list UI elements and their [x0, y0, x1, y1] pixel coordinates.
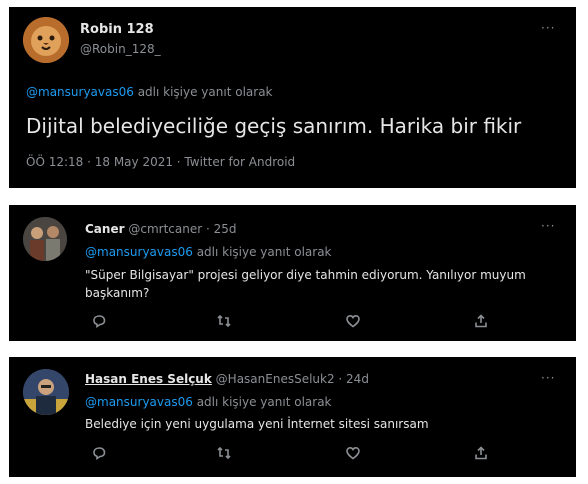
user-handle[interactable]: @HasanEnesSeluk2 · 24d — [216, 372, 369, 386]
more-options-icon[interactable]: ··· — [541, 371, 555, 385]
avatar[interactable] — [23, 369, 69, 415]
reply-context-label: adlı kişiye yanıt olarak — [192, 245, 332, 259]
action-bar — [79, 445, 499, 463]
mention-link[interactable]: @mansuryavas06 — [26, 85, 134, 99]
user-name[interactable]: Caner — [85, 222, 125, 236]
reply-context: @mansuryavas06 adlı kişiye yanıt olarak — [85, 395, 332, 409]
tweet-text: Dijital belediyeciliğe geçiş sanırım. Ha… — [26, 114, 522, 138]
retweet-icon[interactable] — [216, 445, 234, 463]
mention-link[interactable]: @mansuryavas06 — [85, 395, 193, 409]
reply-context-label: adlı kişiye yanıt olarak — [192, 395, 332, 409]
tweet-timestamp[interactable]: ÖÖ 12:18 · 18 May 2021 · Twitter for And… — [26, 155, 295, 169]
user-handle[interactable]: @cmrtcaner · 25d — [128, 222, 236, 236]
mention-link[interactable]: @mansuryavas06 — [85, 245, 193, 259]
share-icon[interactable] — [473, 445, 491, 463]
like-icon[interactable] — [345, 445, 363, 463]
retweet-icon[interactable] — [216, 313, 234, 331]
avatar[interactable] — [23, 17, 69, 63]
more-options-icon[interactable]: ··· — [541, 219, 555, 233]
avatar[interactable] — [23, 217, 67, 261]
people-photo-icon — [23, 217, 67, 261]
reply-tweet[interactable]: Caner @cmrtcaner · 25d ··· @mansuryavas0… — [9, 205, 576, 341]
user-name[interactable]: Robin 128 — [80, 22, 154, 37]
share-icon[interactable] — [473, 313, 491, 331]
tweet-text: "Süper Bilgisayar" projesi geliyor diye … — [85, 268, 526, 300]
person-photo-icon — [23, 369, 69, 415]
reply-icon[interactable] — [91, 445, 109, 463]
user-row: Hasan Enes Selçuk @HasanEnesSeluk2 · 24d — [85, 372, 369, 386]
reply-context-label: adlı kişiye yanıt olarak — [133, 85, 273, 99]
lion-avatar-icon — [23, 17, 69, 63]
user-row: Caner @cmrtcaner · 25d — [85, 222, 236, 236]
like-icon[interactable] — [345, 313, 363, 331]
main-tweet: Robin 128 @Robin_128_ ··· @mansuryavas06… — [9, 7, 576, 188]
reply-tweet[interactable]: Hasan Enes Selçuk @HasanEnesSeluk2 · 24d… — [9, 357, 576, 477]
reply-icon[interactable] — [91, 313, 109, 331]
reply-context: @mansuryavas06 adlı kişiye yanıt olarak — [26, 85, 273, 99]
reply-context: @mansuryavas06 adlı kişiye yanıt olarak — [85, 245, 332, 259]
tweet-text: Belediye için yeni uygulama yeni İnterne… — [85, 417, 429, 431]
user-name[interactable]: Hasan Enes Selçuk — [85, 372, 212, 386]
user-handle[interactable]: @Robin_128_ — [80, 42, 161, 56]
action-bar — [79, 313, 499, 331]
more-options-icon[interactable]: ··· — [541, 21, 555, 35]
